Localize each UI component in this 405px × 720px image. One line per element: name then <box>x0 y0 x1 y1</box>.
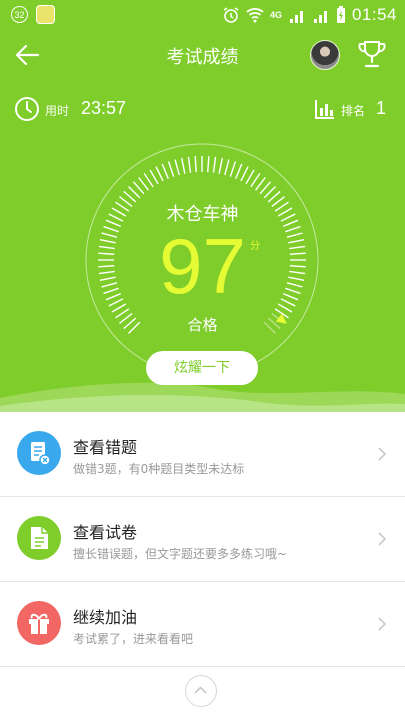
gauge-tick <box>161 163 169 179</box>
list-item-subtitle: 擅长错误题，但文字题还要多多练习哦~ <box>73 547 288 561</box>
clock-icon <box>15 97 39 121</box>
document-icon <box>17 516 61 560</box>
gauge-tick <box>149 169 159 185</box>
gauge-tick <box>218 157 223 174</box>
gauge-tick <box>235 163 243 179</box>
signal-icon-sim1 <box>289 11 303 23</box>
chevron-right-icon <box>378 617 387 631</box>
list-item-subtitle: 考试累了，进来看看吧 <box>73 632 194 646</box>
gauge-tick <box>229 161 237 177</box>
trophy-icon[interactable] <box>357 38 387 70</box>
status-time: 01:54 <box>351 5 397 24</box>
rank-value: 1 <box>376 98 387 118</box>
list-item-view-paper[interactable]: 查看试卷 擅长错误题，但文字题还要多多练习哦~ <box>0 497 405 582</box>
gauge-tick <box>250 173 261 188</box>
gauge-tick <box>143 173 154 188</box>
list-item-keep-going[interactable]: 继续加油 考试累了，进来看看吧 <box>0 582 405 667</box>
time-used-label: 用时 <box>45 104 70 118</box>
result-header-panel: 32 4G 01:54 考试成绩 用时 23:57 排名 1 木仓车神 97 分… <box>0 0 405 412</box>
gauge-tick <box>181 157 186 174</box>
gauge-tick <box>255 177 266 191</box>
list-item-title: 查看试卷 <box>73 523 138 542</box>
rank-label: 排名 <box>341 104 366 118</box>
chevron-right-icon <box>378 447 387 461</box>
status-bar: 32 4G 01:54 <box>0 0 405 30</box>
list-item-wrong-questions[interactable]: 查看错题 做错3题，有0种题目类型未达标 <box>0 412 405 497</box>
chevron-right-icon <box>378 532 387 546</box>
gauge-tick <box>224 159 230 176</box>
user-avatar[interactable] <box>310 40 340 70</box>
list-item-title: 继续加油 <box>73 608 138 627</box>
gauge-tick <box>155 166 164 182</box>
action-list: 查看错题 做错3题，有0种题目类型未达标 查看试卷 擅长错误题，但文字题还要多多… <box>0 412 405 667</box>
gauge-tick <box>194 156 197 173</box>
status-icons: 4G 01:54 <box>222 5 397 25</box>
gift-icon <box>17 601 61 645</box>
gauge-tick <box>212 156 217 173</box>
time-used-value: 23:57 <box>81 98 127 118</box>
gauge-tick <box>174 159 180 176</box>
list-item-subtitle: 做错3题，有0种题目类型未达标 <box>73 462 245 476</box>
notification-badge: 32 <box>11 6 28 23</box>
gauge-tick <box>138 177 149 191</box>
gauge-tick <box>245 169 255 185</box>
nav-bar: 考试成绩 <box>0 30 405 80</box>
network-type-label: 4G <box>269 10 282 20</box>
gauge-tick <box>167 161 175 177</box>
app-notification-icon <box>36 5 55 24</box>
score-unit: 分 <box>250 241 260 252</box>
rank-chart-icon <box>315 100 334 119</box>
wifi-icon <box>246 8 264 23</box>
gauge-tick <box>207 156 210 173</box>
show-off-button[interactable]: 炫耀一下 <box>146 351 258 385</box>
score-value: 97 <box>159 222 246 310</box>
wrong-questions-icon <box>17 431 61 475</box>
list-item-title: 查看错题 <box>73 438 138 457</box>
exam-stats-row: 用时 23:57 排名 1 <box>0 92 405 128</box>
battery-charging-icon <box>336 6 345 23</box>
gauge-tick <box>240 166 249 182</box>
alarm-icon <box>223 7 239 23</box>
page-title: 考试成绩 <box>166 47 239 68</box>
chevron-up-icon <box>194 686 207 694</box>
gauge-tick <box>187 156 192 173</box>
pass-status: 合格 <box>187 316 218 334</box>
signal-icon-sim2 <box>313 11 327 23</box>
scroll-up-button[interactable] <box>185 675 217 707</box>
